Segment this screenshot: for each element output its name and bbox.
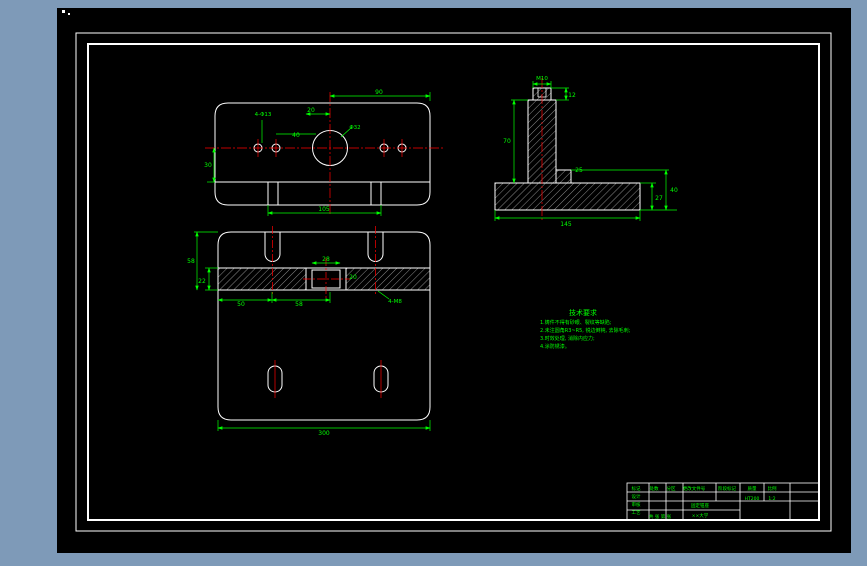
note-line: 2.未注圆角R3~R5, 锐边倒钝, 去除毛刺; — [540, 327, 631, 334]
dimension-label: 25 — [575, 167, 583, 174]
dimension-label: 30 — [204, 162, 212, 169]
titleblock-text: 固定钳座 — [691, 502, 709, 509]
titleblock-text: 比例 — [768, 485, 777, 492]
dimension-label: 50 — [237, 301, 245, 308]
dimension-label: 58 — [295, 301, 303, 308]
titleblock-text: 共 张 第 张 — [649, 513, 672, 520]
dimension-label: Φ32 — [349, 125, 360, 131]
drawing-canvas[interactable]: 90 20 4-Φ13 Φ32 40 30 105 M10 12 70 25 27 40 145 22 58 5… — [0, 0, 867, 562]
section-band-left — [217, 267, 307, 291]
ucs-icon-dot — [68, 13, 70, 15]
dimension-label: 20 — [307, 107, 315, 114]
note-line: 1.铸件不得有砂眼、裂纹等缺陷; — [540, 319, 612, 326]
titleblock-text: HT200 — [745, 496, 760, 502]
dimension-label: 90 — [375, 89, 383, 96]
dimension-label: M10 — [536, 76, 548, 82]
titleblock-text: 分区 — [667, 485, 676, 492]
dimension-label: 70 — [503, 138, 511, 145]
titleblock-text: 更改文件号 — [683, 485, 706, 492]
titleblock-text: 阶段标记 — [718, 485, 736, 492]
titleblock-text: 设计 — [632, 493, 641, 500]
section-band-right — [345, 267, 431, 291]
dimension-label: 27 — [655, 195, 663, 202]
dimension-label: 28 — [322, 256, 330, 263]
step-section — [555, 169, 572, 184]
titleblock-text: 处数 — [650, 485, 659, 492]
ucs-icon — [62, 10, 65, 13]
titleblock-text: ××大学 — [692, 512, 709, 519]
dimension-label: 300 — [318, 430, 330, 437]
dimension-label: 40 — [670, 187, 678, 194]
dimension-label: 58 — [187, 258, 195, 265]
titleblock-text: 质量 — [748, 485, 757, 492]
dimension-label: 4-M8 — [388, 299, 402, 305]
dimension-label: 20 — [349, 274, 357, 281]
note-line: 3.时效处理, 消除内应力; — [540, 335, 595, 342]
dimension-label: 12 — [568, 92, 576, 99]
titleblock-text: 工艺 — [632, 510, 641, 516]
base-section — [494, 182, 641, 211]
dimension-label: 105 — [318, 206, 330, 213]
dimension-label: 4-Φ13 — [255, 112, 272, 118]
note-line: 4.涂防锈漆。 — [540, 343, 570, 350]
cad-viewport[interactable]: 90 20 4-Φ13 Φ32 40 30 105 M10 12 70 25 27 40 145 22 58 5… — [0, 0, 867, 562]
titleblock-text: 标记 — [632, 485, 641, 492]
titleblock-text: 审核 — [632, 501, 641, 508]
model-space[interactable] — [57, 8, 851, 553]
titleblock-text: 1:2 — [768, 496, 775, 502]
dimension-label: 40 — [292, 132, 300, 139]
dimension-label: 145 — [560, 221, 572, 228]
dimension-label: 22 — [198, 278, 206, 285]
notes-title: 技术要求 — [569, 308, 597, 317]
